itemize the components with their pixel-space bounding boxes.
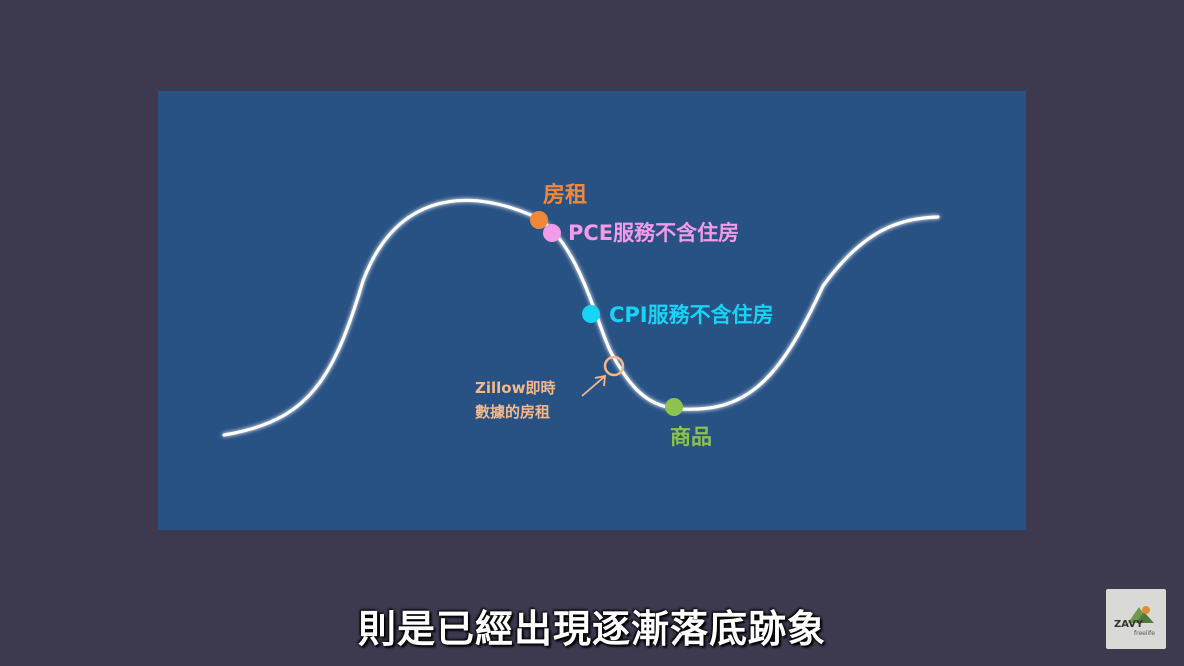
- subtitle-caption: 則是已經出現逐漸落底跡象: [357, 607, 826, 651]
- zillow-label-line2: 數據的房租: [475, 403, 550, 421]
- pce-marker: [543, 224, 561, 242]
- rent-label: 房租: [543, 182, 587, 208]
- goods-label: 商品: [670, 425, 712, 449]
- rent-marker: [530, 211, 548, 229]
- logo-subtext: freelife: [1134, 630, 1155, 637]
- logo-text: ZAVY: [1114, 619, 1144, 630]
- mountain-icon: ZAVY freelife: [1114, 606, 1155, 637]
- channel-logo: ZAVY freelife: [1106, 589, 1166, 649]
- goods-marker: [665, 398, 683, 416]
- zillow-arrow: [581, 376, 605, 397]
- diagram-panel: 房租 PCE服務不含住房 CPI服務不含住房 Zillow即時 數據的房租 商品: [158, 91, 1026, 530]
- cpi-label: CPI服務不含住房: [609, 303, 774, 327]
- pce-label: PCE服務不含住房: [568, 221, 739, 245]
- cycle-diagram: 房租 PCE服務不含住房 CPI服務不含住房 Zillow即時 數據的房租 商品: [222, 182, 940, 449]
- cpi-marker: [582, 305, 600, 323]
- zillow-label-line1: Zillow即時: [475, 379, 555, 397]
